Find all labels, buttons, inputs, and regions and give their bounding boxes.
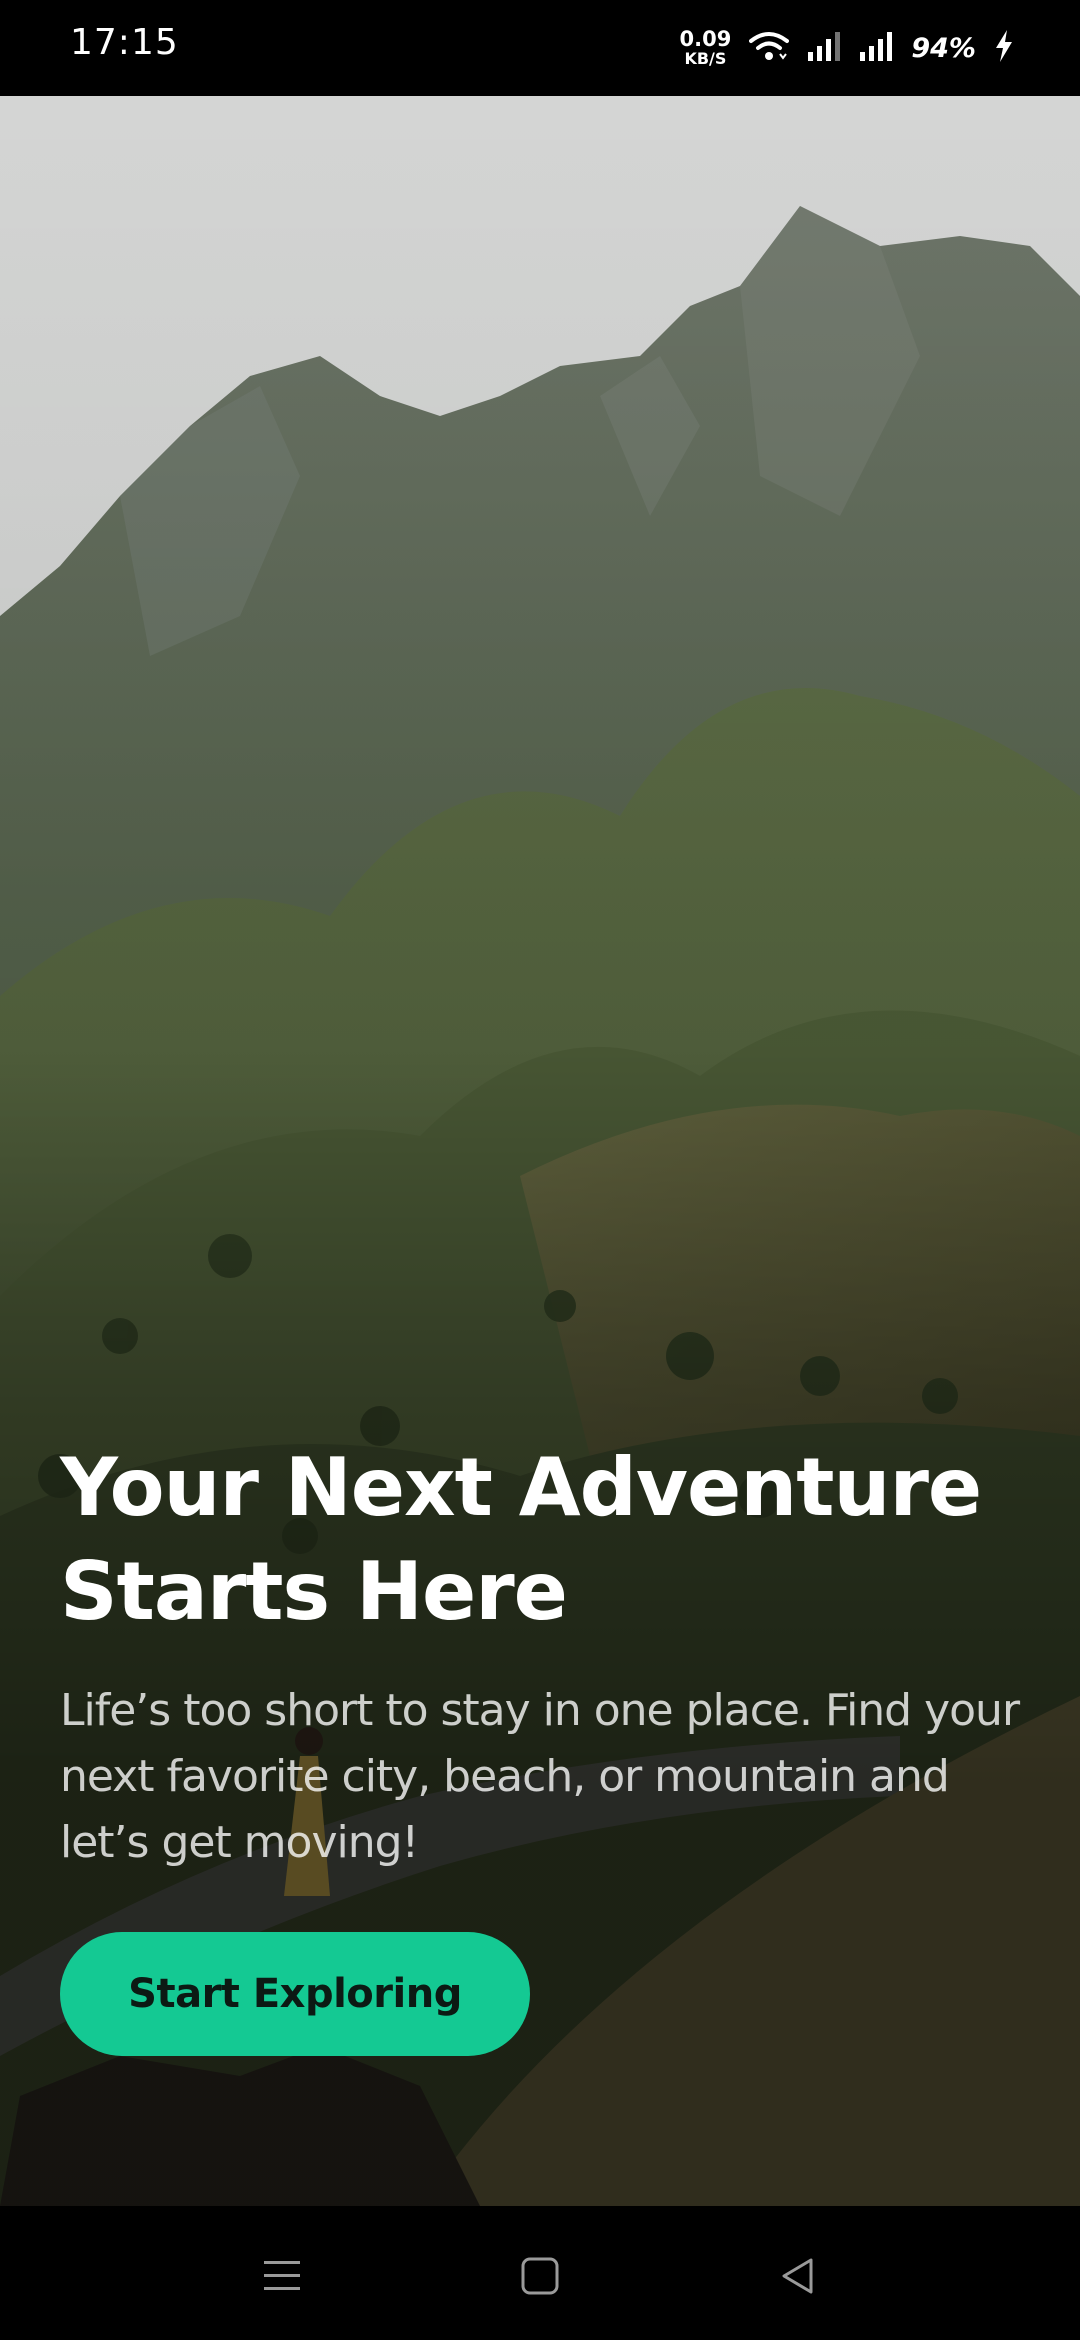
hero-section: Your Next Adventure Starts Here Life’s t… <box>0 96 1080 2206</box>
hero-gradient-overlay <box>0 96 1080 2206</box>
back-icon[interactable] <box>758 2236 838 2316</box>
wifi-icon <box>749 30 790 66</box>
start-exploring-button[interactable]: Start Exploring <box>60 1932 530 2056</box>
charging-icon <box>994 29 1014 67</box>
menu-icon[interactable] <box>242 2236 322 2316</box>
page-subtitle: Life’s too short to stay in one place. F… <box>60 1685 1020 1868</box>
network-speed-value: 0.09 <box>679 27 732 51</box>
home-icon[interactable] <box>500 2236 580 2316</box>
status-time: 17:15 <box>70 22 179 63</box>
onboarding-screen: 17:15 0.09 KB/S 94% Your Next Adventure … <box>0 0 1080 2340</box>
battery-percent: 94% <box>911 32 976 64</box>
system-navigation-bar <box>0 2206 1080 2340</box>
network-speed: 0.09 KB/S <box>680 29 732 67</box>
signal-icon <box>859 30 893 66</box>
status-bar: 17:15 0.09 KB/S 94% <box>0 0 1080 96</box>
status-indicators: 0.09 KB/S 94% <box>680 26 1014 70</box>
page-title: Your Next Adventure Starts Here <box>60 1441 982 1638</box>
network-speed-unit: KB/S <box>684 49 727 68</box>
signal-icon <box>807 30 841 66</box>
